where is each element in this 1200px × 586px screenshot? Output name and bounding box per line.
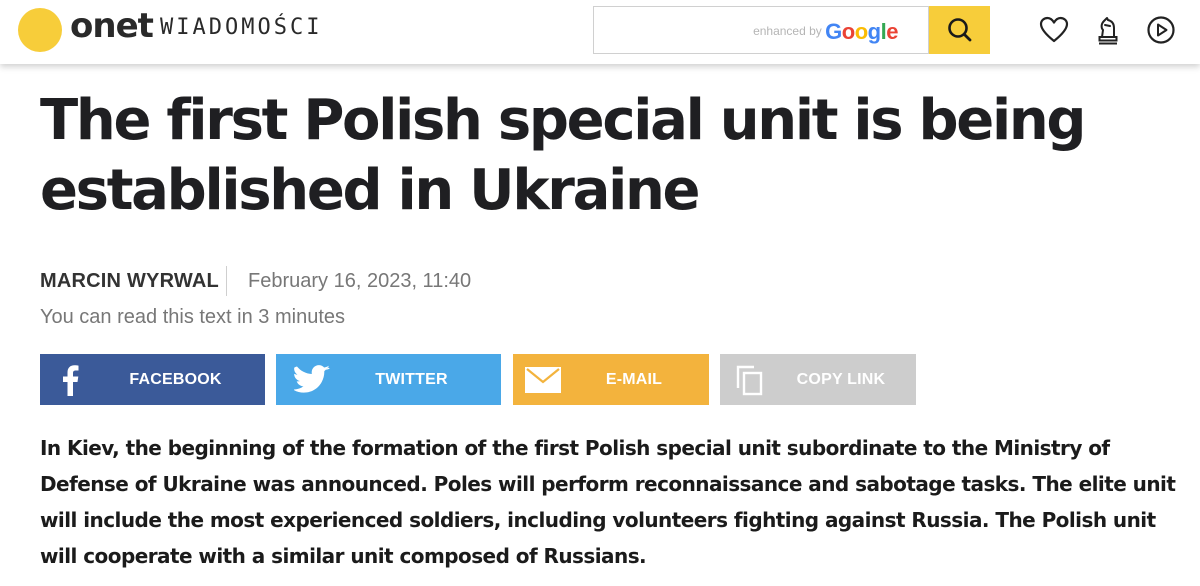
share-email-button[interactable]: E-MAIL (513, 354, 709, 405)
reading-time: You can read this text in 3 minutes (40, 306, 345, 328)
search-input[interactable] (602, 13, 746, 49)
section-name[interactable]: WIADOMOŚCI (160, 14, 322, 42)
article-lead: In Kiev, the beginning of the formation … (40, 436, 1176, 568)
google-letter: g (867, 18, 881, 44)
google-logo: Google (825, 19, 898, 44)
share-facebook-label: FACEBOOK (129, 371, 222, 388)
video-button[interactable] (1145, 14, 1177, 46)
share-facebook-button[interactable]: FACEBOOK (40, 354, 265, 405)
share-twitter-button[interactable]: TWITTER (276, 354, 501, 405)
logo-circle[interactable] (18, 8, 62, 52)
google-letter: o (854, 18, 868, 44)
meta-divider (226, 266, 227, 296)
copy-link-label: COPY LINK (796, 371, 886, 388)
search-box[interactable]: enhanced by Google (593, 6, 929, 54)
google-letter: e (886, 18, 898, 44)
author-name[interactable]: MARCIN WYRWAL (40, 268, 219, 294)
play-icon (1147, 16, 1175, 44)
search-button[interactable] (929, 6, 990, 54)
premium-button[interactable] (1092, 14, 1124, 46)
google-letter: G (825, 18, 842, 44)
enhanced-by-label: enhanced by (753, 24, 822, 38)
google-letter: o (841, 18, 855, 44)
site-header: onet WIADOMOŚCI enhanced by Google (0, 0, 1200, 64)
article-title: The first Polish special unit is being e… (40, 88, 1087, 223)
search-icon (948, 18, 972, 42)
copy-link-button[interactable]: COPY LINK (720, 354, 916, 405)
logo-text[interactable]: onet (70, 6, 154, 46)
chess-knight-icon (1098, 17, 1118, 45)
share-twitter-label: TWITTER (375, 371, 448, 388)
enhanced-by-google: enhanced by Google (753, 17, 898, 46)
share-email-label: E-MAIL (605, 371, 663, 388)
publish-date: February 16, 2023, 11:40 (248, 270, 472, 292)
favorites-button[interactable] (1038, 14, 1070, 46)
heart-icon (1039, 16, 1069, 43)
